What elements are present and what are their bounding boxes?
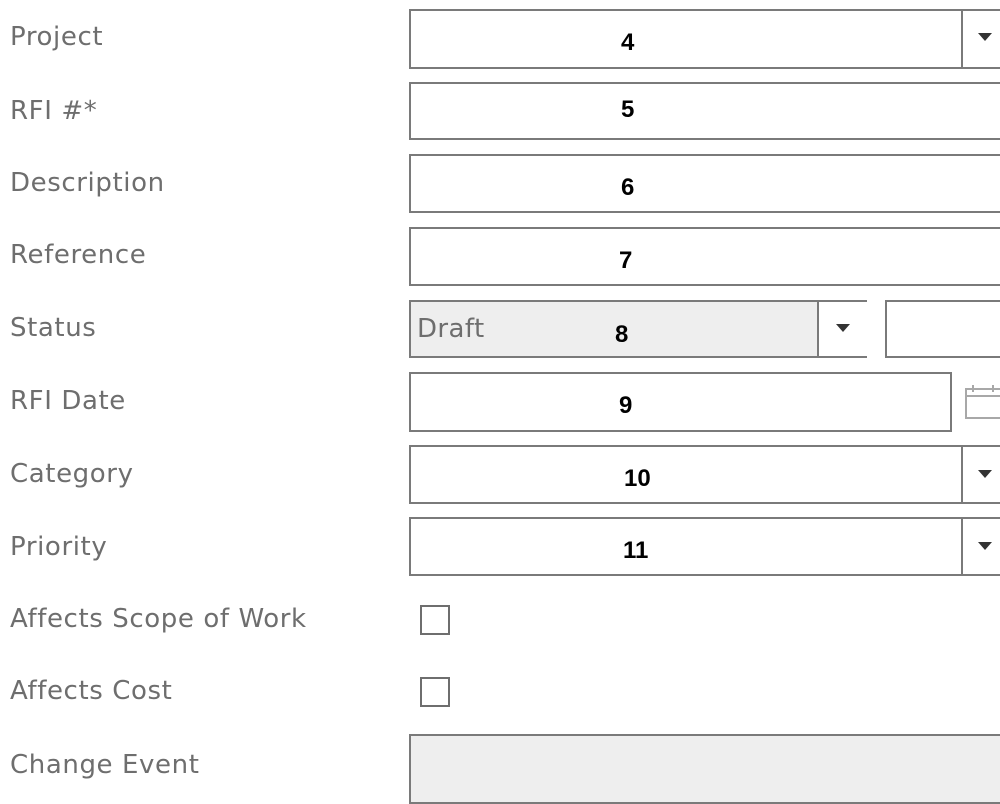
description-input[interactable]: 6 xyxy=(409,154,1000,213)
change-event-label: Change Event xyxy=(10,750,200,780)
rfi-date-input[interactable]: 9 xyxy=(409,372,952,432)
change-event-input[interactable] xyxy=(409,734,1000,804)
priority-label: Priority xyxy=(10,532,108,562)
reference-input[interactable]: 7 xyxy=(409,227,1000,286)
status-secondary-input[interactable] xyxy=(885,300,1000,358)
description-label: Description xyxy=(10,168,165,198)
rfi-date-label: RFI Date xyxy=(10,386,126,416)
field-marker: 4 xyxy=(621,29,635,56)
field-marker: 10 xyxy=(624,465,651,492)
priority-select[interactable]: 11 xyxy=(409,517,1000,576)
affects-scope-checkbox[interactable] xyxy=(420,605,450,635)
status-dropdown-button[interactable] xyxy=(817,302,867,356)
category-dropdown-button[interactable] xyxy=(961,447,1000,502)
rfi-number-input[interactable]: 5 xyxy=(409,82,1000,140)
caret-down-icon xyxy=(836,324,850,332)
field-marker: 8 xyxy=(615,321,629,348)
affects-scope-label: Affects Scope of Work xyxy=(10,604,307,634)
project-label: Project xyxy=(10,22,104,52)
caret-down-icon xyxy=(978,470,992,478)
field-marker: 11 xyxy=(623,537,649,564)
category-select[interactable]: 10 xyxy=(409,445,1000,504)
calendar-icon[interactable] xyxy=(964,384,1000,420)
project-select[interactable]: 4 xyxy=(409,9,1000,69)
field-marker: 7 xyxy=(619,247,633,274)
affects-cost-checkbox[interactable] xyxy=(420,677,450,707)
caret-down-icon xyxy=(978,542,992,550)
affects-cost-label: Affects Cost xyxy=(10,676,173,706)
field-marker: 9 xyxy=(619,392,633,419)
status-select[interactable]: Draft 8 xyxy=(409,300,867,358)
reference-label: Reference xyxy=(10,240,147,270)
field-marker: 6 xyxy=(621,174,635,201)
status-value: Draft xyxy=(417,314,485,344)
priority-dropdown-button[interactable] xyxy=(961,519,1000,574)
caret-down-icon xyxy=(978,33,992,41)
rfi-number-label: RFI #* xyxy=(10,96,98,126)
status-label: Status xyxy=(10,313,97,343)
category-label: Category xyxy=(10,459,134,489)
field-marker: 5 xyxy=(621,96,635,123)
project-dropdown-button[interactable] xyxy=(961,11,1000,67)
